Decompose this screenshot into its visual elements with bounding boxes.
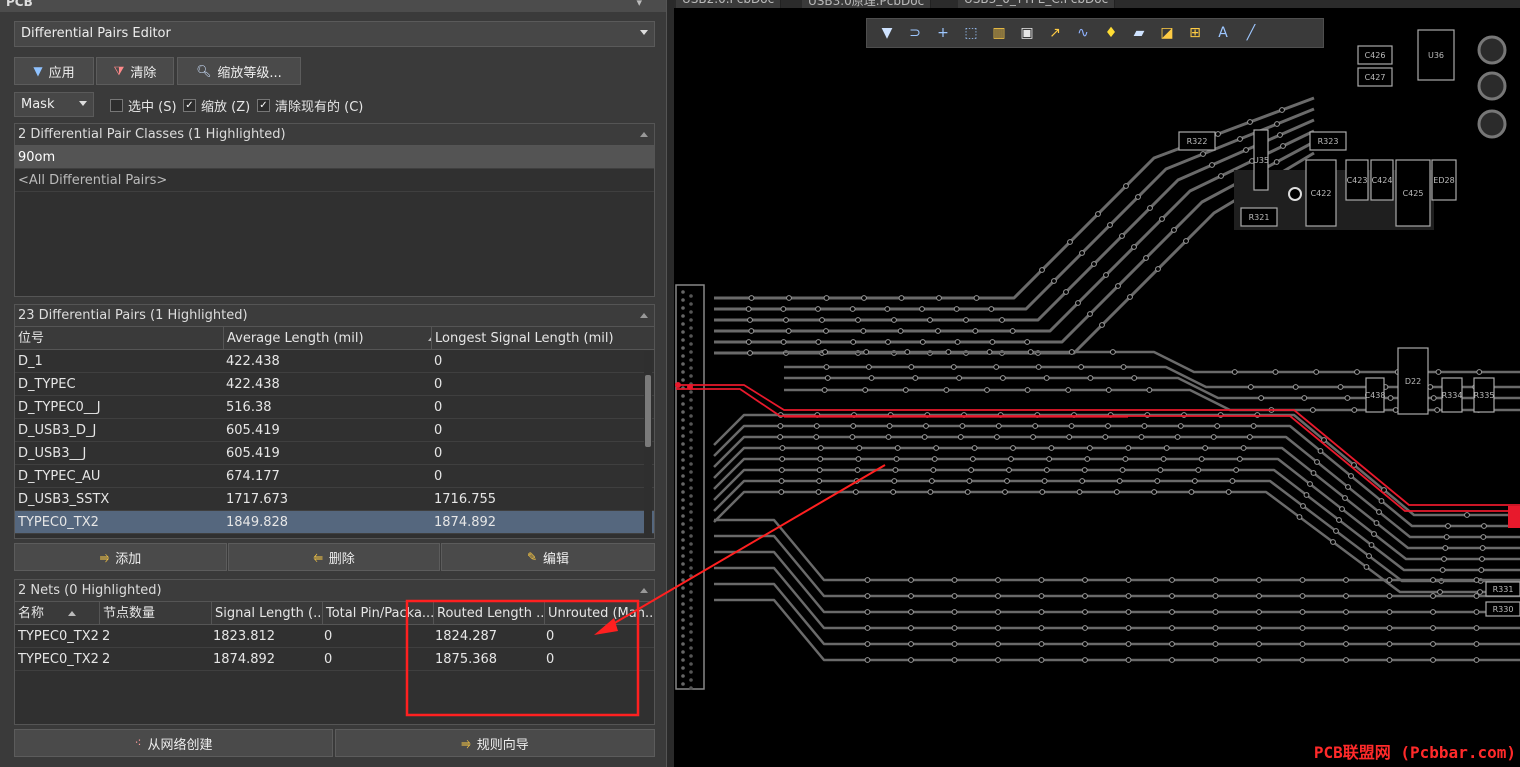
highlight-box bbox=[405, 599, 640, 717]
annotation-overlay bbox=[405, 464, 886, 717]
annotation-arrow-head bbox=[594, 618, 618, 635]
annotation-arrow-line bbox=[605, 464, 886, 629]
